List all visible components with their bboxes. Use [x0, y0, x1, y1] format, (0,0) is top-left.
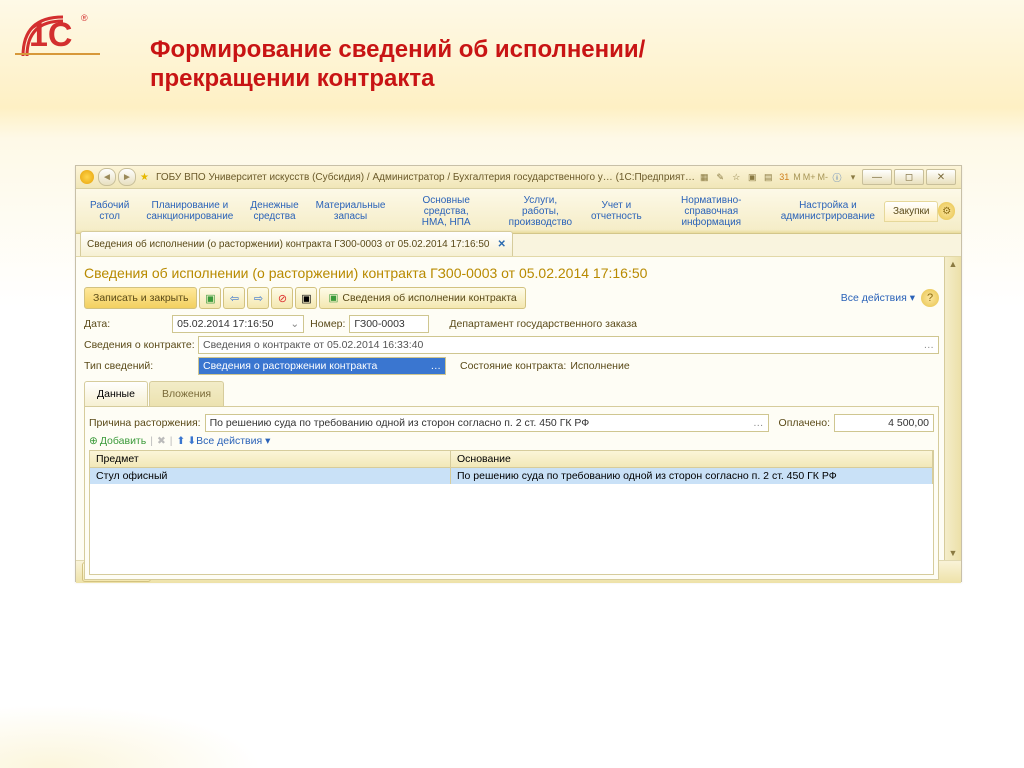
- toolbar-icon[interactable]: ✎: [713, 170, 727, 184]
- toolbar-icon[interactable]: ▣: [745, 170, 759, 184]
- next-button[interactable]: ⇨: [247, 287, 269, 309]
- reason-field[interactable]: По решению суда по требованию одной из с…: [205, 414, 769, 432]
- grid-all-actions-link[interactable]: Все действия ▾: [196, 435, 270, 447]
- col-subject[interactable]: Предмет: [90, 451, 451, 467]
- section-assets[interactable]: Основные средства,НМА, НПА: [394, 191, 498, 232]
- scrollbar[interactable]: ▲ ▼: [944, 257, 961, 560]
- tab-panel: Причина расторжения: По решению суда по …: [84, 406, 939, 580]
- section-money[interactable]: Денежныесредства: [242, 196, 307, 226]
- section-accounting[interactable]: Учет иотчетность: [583, 196, 651, 226]
- all-actions-link[interactable]: Все действия ▾: [841, 292, 915, 304]
- memory-m-button[interactable]: M: [793, 172, 801, 182]
- scroll-up-icon[interactable]: ▲: [945, 257, 961, 271]
- form-title: Сведения об исполнении (о расторжении) к…: [84, 265, 939, 281]
- dept-label: Департамент государственного заказа: [449, 318, 637, 330]
- app-window: ◄ ► ★ ГОБУ ВПО Университет искусств (Суб…: [75, 165, 962, 582]
- slide-title: Формирование сведений об исполнении/ пре…: [150, 36, 645, 94]
- sub-tabs: Данные Вложения: [84, 381, 939, 406]
- more-button[interactable]: ▣: [295, 287, 317, 309]
- table-row[interactable]: Стул офисный По решению суда по требован…: [90, 468, 933, 484]
- form-area: ▲ ▼ Сведения об исполнении (о расторжени…: [76, 257, 961, 561]
- add-button[interactable]: Добавить: [100, 435, 146, 447]
- memory-mminus-button[interactable]: M-: [818, 172, 829, 182]
- cancel-post-button[interactable]: ⊘: [271, 287, 293, 309]
- scroll-down-icon[interactable]: ▼: [945, 546, 961, 560]
- number-label: Номер:: [310, 318, 345, 330]
- reason-label: Причина расторжения:: [89, 417, 201, 429]
- paid-label: Оплачено:: [779, 417, 830, 429]
- section-materials[interactable]: Материальныезапасы: [308, 196, 395, 226]
- sections-settings-icon[interactable]: ⚙: [938, 202, 955, 220]
- help-icon[interactable]: ?: [921, 289, 939, 307]
- logo: 1С ®: [15, 8, 100, 63]
- cell-subject: Стул офисный: [90, 468, 451, 484]
- date-label: Дата:: [84, 318, 110, 330]
- section-services[interactable]: Услуги, работы,производство: [499, 191, 583, 232]
- paid-field[interactable]: 4 500,00: [834, 414, 934, 432]
- svg-text:®: ®: [81, 13, 88, 23]
- move-down-icon[interactable]: ⬇: [187, 435, 196, 447]
- doc-tab-label: Сведения об исполнении (о расторжении) к…: [87, 239, 489, 250]
- memory-mplus-button[interactable]: M+: [803, 172, 816, 182]
- state-value: Исполнение: [570, 360, 629, 372]
- doc-tab-close-icon[interactable]: ✕: [497, 239, 505, 250]
- move-up-icon[interactable]: ⬆: [177, 435, 186, 447]
- add-icon: ⊕: [89, 435, 98, 447]
- info-type-field[interactable]: Сведения о расторжении контракта…: [198, 357, 446, 375]
- sections-panel: Рабочийстол Планирование исанкционирован…: [76, 189, 961, 234]
- delete-icon[interactable]: ✖: [157, 435, 166, 447]
- grid: Предмет Основание Стул офисный По решени…: [89, 450, 934, 575]
- number-field[interactable]: ГЗ00-0003: [349, 315, 429, 333]
- section-reference[interactable]: Нормативно-справочнаяинформация: [651, 191, 773, 232]
- contract-info-field[interactable]: Сведения о контракте от 05.02.2014 16:33…: [198, 336, 939, 354]
- section-planning[interactable]: Планирование исанкционирование: [138, 196, 242, 226]
- app-icon: [80, 170, 94, 184]
- toolbar-icon[interactable]: ☆: [729, 170, 743, 184]
- info-type-label: Тип сведений:: [84, 360, 194, 372]
- info-icon[interactable]: ⓘ: [830, 170, 844, 184]
- close-button[interactable]: ✕: [926, 169, 956, 185]
- cell-basis: По решению суда по требованию одной из с…: [451, 468, 933, 484]
- toolbar-icon[interactable]: ▦: [697, 170, 711, 184]
- state-label: Состояние контракта:: [460, 360, 566, 372]
- save-close-button[interactable]: Записать и закрыть: [84, 287, 197, 309]
- doc-tab[interactable]: Сведения об исполнении (о расторжении) к…: [80, 231, 513, 256]
- window-title: ГОБУ ВПО Университет искусств (Субсидия)…: [156, 172, 696, 183]
- doc-tabs: Сведения об исполнении (о расторжении) к…: [76, 234, 961, 257]
- col-basis[interactable]: Основание: [451, 451, 933, 467]
- maximize-button[interactable]: ◻: [894, 169, 924, 185]
- section-procurement[interactable]: Закупки: [884, 201, 938, 222]
- tab-data[interactable]: Данные: [84, 381, 148, 406]
- favorite-icon[interactable]: ★: [140, 172, 149, 183]
- calculator-icon[interactable]: ▤: [761, 170, 775, 184]
- contract-info-label: Сведения о контракте:: [84, 339, 194, 351]
- tab-attachments[interactable]: Вложения: [149, 381, 224, 406]
- section-admin[interactable]: Настройка иадминистрирование: [773, 196, 884, 226]
- titlebar: ◄ ► ★ ГОБУ ВПО Университет искусств (Суб…: [76, 166, 961, 189]
- post-button[interactable]: ▣: [199, 287, 221, 309]
- prev-button[interactable]: ⇦: [223, 287, 245, 309]
- nav-back-button[interactable]: ◄: [98, 168, 116, 186]
- nav-forward-button[interactable]: ►: [118, 168, 136, 186]
- dropdown-icon[interactable]: ▾: [846, 170, 860, 184]
- minimize-button[interactable]: —: [862, 169, 892, 185]
- calendar-icon[interactable]: 31: [777, 170, 791, 184]
- report-button[interactable]: ▣Сведения об исполнении контракта: [319, 287, 525, 309]
- date-field[interactable]: 05.02.2014 17:16:50⌄: [172, 315, 304, 333]
- command-bar: Записать и закрыть ▣ ⇦ ⇨ ⊘ ▣ ▣Сведения о…: [84, 287, 939, 309]
- section-desktop[interactable]: Рабочийстол: [82, 196, 138, 226]
